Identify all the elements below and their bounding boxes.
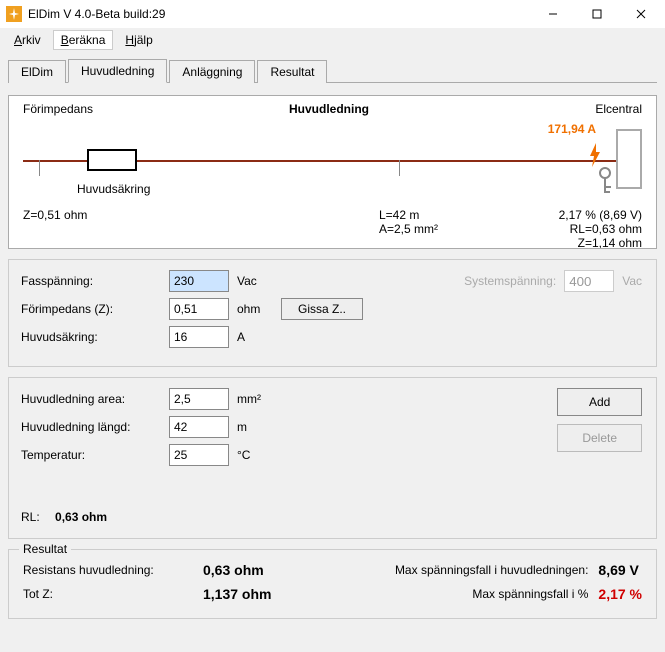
bolt-icon: [588, 143, 602, 170]
diagram-huvudsakring-label: Huvudsäkring: [77, 182, 150, 196]
add-button[interactable]: Add: [557, 388, 642, 416]
tab-eldim[interactable]: ElDim: [8, 60, 66, 83]
menu-berakna[interactable]: Beräkna: [53, 30, 114, 50]
area-label: Huvudledning area:: [21, 392, 161, 406]
tab-huvudledning[interactable]: Huvudledning: [68, 59, 167, 83]
diagram-l-value: L=42 m: [379, 208, 419, 222]
temp-input[interactable]: [169, 444, 229, 466]
diagram-fuse-box: [87, 149, 137, 171]
diagram-z-right: Z=1,14 ohm: [578, 236, 642, 249]
fasspanning-unit: Vac: [237, 274, 273, 288]
maxfall-label: Max spänningsfall i huvudledningen:: [323, 563, 598, 577]
maxfall-value: 8,69 V: [598, 562, 642, 578]
params-group-1: Fasspänning: Vac Förimpedans (Z): ohm Gi…: [8, 259, 657, 367]
menu-arkiv[interactable]: Arkiv: [6, 30, 49, 50]
systemspanning-unit: Vac: [622, 274, 642, 288]
diagram-pct-value: 2,17 % (8,69 V): [559, 208, 642, 222]
diagram-huvudledning-label: Huvudledning: [289, 102, 369, 116]
menubar: ArkivBeräknaHjälp: [0, 28, 665, 52]
titlebar: ElDim V 4.0-Beta build:29: [0, 0, 665, 28]
huvudsakring-unit: A: [237, 330, 273, 344]
diagram-tick-left: [39, 160, 40, 176]
diagram-a-value: A=2,5 mm²: [379, 222, 438, 236]
maxpct-label: Max spänningsfall i %: [323, 587, 598, 601]
diagram-rl-value: RL=0,63 ohm: [570, 222, 642, 236]
langd-input[interactable]: [169, 416, 229, 438]
huvudsakring-input[interactable]: [169, 326, 229, 348]
fasspanning-input[interactable]: [169, 270, 229, 292]
fasspanning-label: Fasspänning:: [21, 274, 161, 288]
params-group-2: Huvudledning area: mm² Huvudledning läng…: [8, 377, 657, 539]
diagram-current: 171,94 A: [548, 122, 596, 136]
diagram-forimpedans-label: Förimpedans: [23, 102, 93, 116]
menu-hjalp[interactable]: Hjälp: [117, 30, 160, 50]
totz-value: 1,137 ohm: [203, 586, 323, 602]
forimpedans-unit: ohm: [237, 302, 273, 316]
gissa-z-button[interactable]: Gissa Z..: [281, 298, 363, 320]
temp-unit: °C: [237, 448, 273, 462]
forimpedans-input[interactable]: [169, 298, 229, 320]
window-title: ElDim V 4.0-Beta build:29: [28, 7, 531, 21]
huvudsakring-label: Huvudsäkring:: [21, 330, 161, 344]
resultat-group: Resultat Resistans huvudledning: 0,63 oh…: [8, 549, 657, 619]
resultat-legend: Resultat: [19, 542, 71, 556]
diagram-tick-mid: [399, 160, 400, 176]
diagram-elcentral-label: Elcentral: [595, 102, 642, 116]
langd-label: Huvudledning längd:: [21, 420, 161, 434]
forimpedans-label: Förimpedans (Z):: [21, 302, 161, 316]
tab-resultat[interactable]: Resultat: [257, 60, 327, 83]
maximize-button[interactable]: [575, 0, 619, 28]
area-unit: mm²: [237, 392, 273, 406]
elcentral-icon: [616, 129, 642, 189]
diagram-z-left: Z=0,51 ohm: [23, 208, 87, 222]
resistans-value: 0,63 ohm: [203, 562, 323, 578]
rl-label: RL:: [21, 510, 40, 524]
totz-label: Tot Z:: [23, 587, 203, 601]
systemspanning-row: Systemspänning: Vac: [464, 270, 642, 292]
minimize-button[interactable]: [531, 0, 575, 28]
diagram-panel: Förimpedans Huvudledning Elcentral 171,9…: [8, 95, 657, 249]
resistans-label: Resistans huvudledning:: [23, 563, 203, 577]
close-button[interactable]: [619, 0, 663, 28]
tabbar: ElDim Huvudledning Anläggning Resultat: [0, 52, 665, 82]
systemspanning-label: Systemspänning:: [464, 274, 556, 288]
tab-anlaggning[interactable]: Anläggning: [169, 60, 255, 83]
maxpct-value: 2,17 %: [598, 586, 642, 602]
key-icon: [596, 167, 614, 198]
rl-value: 0,63 ohm: [55, 510, 107, 524]
langd-unit: m: [237, 420, 273, 434]
delete-button[interactable]: Delete: [557, 424, 642, 452]
systemspanning-input: [564, 270, 614, 292]
area-input[interactable]: [169, 388, 229, 410]
temp-label: Temperatur:: [21, 448, 161, 462]
app-icon: [6, 6, 22, 22]
